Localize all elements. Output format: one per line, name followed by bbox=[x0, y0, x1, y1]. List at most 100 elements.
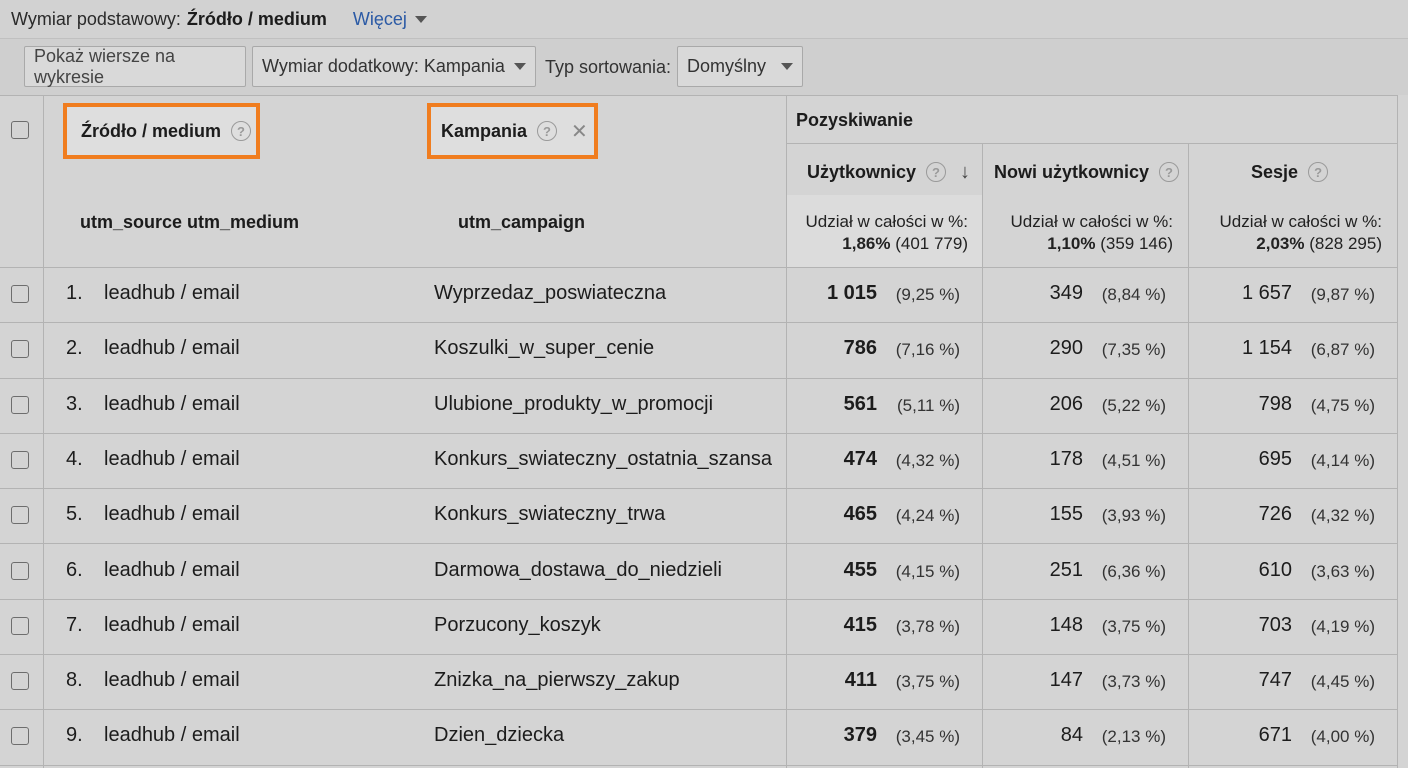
cell-idx: 3. bbox=[66, 392, 83, 415]
cell-idx: 7. bbox=[66, 613, 83, 636]
row-checkbox[interactable] bbox=[11, 506, 29, 525]
cell-source[interactable]: leadhub / email bbox=[104, 503, 240, 526]
cell-idx: 6. bbox=[66, 558, 83, 581]
row-checkbox[interactable] bbox=[11, 450, 29, 469]
chevron-down-icon bbox=[781, 63, 793, 70]
cell-campaign[interactable]: Dzien_dziecka bbox=[434, 724, 564, 747]
sessions-total-pct: 2,03% bbox=[1256, 234, 1305, 253]
cell-campaign[interactable]: Konkurs_swiateczny_trwa bbox=[434, 503, 665, 526]
cell-users-pct: (7,16 %) bbox=[895, 340, 960, 360]
row-checkbox[interactable] bbox=[11, 727, 29, 746]
help-icon[interactable]: ? bbox=[231, 121, 252, 141]
cell-source[interactable]: leadhub / email bbox=[104, 337, 240, 360]
cell-new-users-pct: (3,73 %) bbox=[1101, 672, 1166, 692]
users-header-label: Użytkownicy bbox=[807, 161, 917, 182]
cell-new-users-pct: (6,36 %) bbox=[1101, 561, 1166, 581]
cell-campaign[interactable]: Konkurs_swiateczny_ostatnia_szansa bbox=[434, 448, 772, 471]
cell-new-users-pct: (2,13 %) bbox=[1101, 727, 1166, 747]
cell-users-pct: (3,78 %) bbox=[895, 616, 960, 636]
row-checkbox[interactable] bbox=[11, 561, 29, 580]
column-header-campaign[interactable]: Kampania ? ✕ bbox=[427, 103, 598, 159]
chevron-down-icon bbox=[414, 15, 427, 23]
report-toolbar: Pokaż wiersze na wykresie Wymiar dodatko… bbox=[0, 38, 1408, 95]
cell-new-users: 349 bbox=[1049, 282, 1083, 304]
divider bbox=[787, 143, 1398, 144]
cell-users-pct: (3,75 %) bbox=[895, 672, 960, 692]
cell-users-pct: (3,45 %) bbox=[895, 727, 960, 747]
help-icon[interactable]: ? bbox=[1308, 162, 1329, 182]
sort-type-dropdown[interactable]: Domyślny bbox=[677, 46, 803, 87]
cell-sessions: 1 154 bbox=[1241, 337, 1292, 360]
cell-campaign[interactable]: Znizka_na_pierwszy_zakup bbox=[434, 669, 680, 692]
table-row[interactable]: 3. leadhub / email Ulubione_produkty_w_pro… bbox=[0, 379, 1398, 434]
sessions-total-value: (828 295) bbox=[1309, 234, 1382, 253]
source-medium-header-label: Źródło / medium bbox=[81, 120, 222, 141]
table-row[interactable]: 9. leadhub / email Dzien_dziecka 379 (3,45 %… bbox=[0, 710, 1398, 766]
row-checkbox[interactable] bbox=[11, 395, 29, 414]
cell-sessions: 726 bbox=[1258, 503, 1292, 526]
primary-dimension-value[interactable]: Źródło / medium bbox=[187, 9, 327, 30]
cell-source[interactable]: leadhub / email bbox=[104, 448, 240, 471]
sort-type-value: Domyślny bbox=[687, 56, 767, 76]
sessions-header-label: Sesje bbox=[1251, 161, 1299, 182]
help-icon[interactable]: ? bbox=[926, 162, 947, 182]
cell-sessions-pct: (4,19 %) bbox=[1310, 616, 1375, 636]
users-total-value: (401 779) bbox=[895, 234, 968, 253]
cell-campaign[interactable]: Darmowa_dostawa_do_niedzieli bbox=[434, 559, 722, 582]
cell-campaign[interactable]: Ulubione_produkty_w_promocji bbox=[434, 393, 713, 416]
new-users-total: Udział w całości w %: 1,10% (359 146) bbox=[985, 211, 1174, 255]
cell-sessions: 695 bbox=[1258, 447, 1292, 470]
cell-source[interactable]: leadhub / email bbox=[104, 669, 240, 692]
table-row[interactable]: 6. leadhub / email Darmowa_dostawa_do_nied… bbox=[0, 545, 1398, 600]
cell-new-users: 251 bbox=[1049, 558, 1083, 581]
cell-source[interactable]: leadhub / email bbox=[104, 559, 240, 582]
cell-campaign[interactable]: Porzucony_koszyk bbox=[434, 614, 601, 637]
column-header-sessions[interactable]: Sesje ? bbox=[1251, 157, 1329, 187]
close-icon[interactable]: ✕ bbox=[571, 119, 588, 144]
analytics-report: Wymiar podstawowy: Źródło / medium Więce… bbox=[0, 0, 1408, 768]
cell-idx: 4. bbox=[66, 447, 83, 470]
sort-descending-icon[interactable]: ↓ bbox=[960, 161, 970, 184]
cell-idx: 8. bbox=[66, 669, 83, 692]
secondary-dimension-dropdown[interactable]: Wymiar dodatkowy: Kampania bbox=[252, 46, 536, 87]
column-header-new-users[interactable]: Nowi użytkownicy ? bbox=[994, 157, 1180, 187]
table-row[interactable]: 2. leadhub / email Koszulki_w_super_cenie 7… bbox=[0, 323, 1398, 379]
users-total-pct: 1,86% bbox=[842, 234, 891, 253]
table-row[interactable]: 5. leadhub / email Konkurs_swiateczny_trwa… bbox=[0, 489, 1398, 545]
divider bbox=[0, 95, 1398, 96]
cell-users: 415 bbox=[843, 613, 877, 636]
plot-rows-button[interactable]: Pokaż wiersze na wykresie bbox=[24, 46, 246, 87]
more-dimensions-link[interactable]: Więcej bbox=[353, 9, 427, 30]
row-checkbox[interactable] bbox=[11, 672, 29, 691]
table-row[interactable]: 4. leadhub / email Konkurs_swiateczny_osta… bbox=[0, 434, 1398, 490]
data-table: Źródło / medium ? Kampania ? ✕ Pozyskiwa… bbox=[0, 95, 1408, 768]
row-checkbox[interactable] bbox=[11, 285, 29, 303]
help-icon[interactable]: ? bbox=[537, 121, 558, 141]
cell-campaign[interactable]: Wyprzedaz_poswiateczna bbox=[434, 282, 666, 305]
select-all-checkbox[interactable] bbox=[11, 121, 29, 139]
cell-sessions-pct: (4,14 %) bbox=[1310, 450, 1375, 470]
new-users-total-pct: 1,10% bbox=[1047, 234, 1096, 253]
campaign-subheader: utm_campaign bbox=[458, 211, 586, 232]
cell-source[interactable]: leadhub / email bbox=[104, 393, 240, 416]
table-row[interactable]: 8. leadhub / email Znizka_na_pierwszy_zaku… bbox=[0, 655, 1398, 711]
new-users-total-label: Udział w całości w %: bbox=[1010, 212, 1174, 231]
new-users-total-value: (359 146) bbox=[1100, 234, 1173, 253]
cell-source[interactable]: leadhub / email bbox=[104, 724, 240, 747]
sessions-total: Udział w całości w %: 2,03% (828 295) bbox=[1192, 211, 1383, 255]
cell-new-users-pct: (8,84 %) bbox=[1101, 285, 1166, 304]
cell-sessions-pct: (6,87 %) bbox=[1310, 340, 1375, 360]
table-row[interactable]: 1. leadhub / email Wyprzedaz_poswiateczna 1… bbox=[0, 268, 1398, 324]
cell-new-users: 84 bbox=[1060, 724, 1083, 747]
cell-campaign[interactable]: Koszulki_w_super_cenie bbox=[434, 337, 654, 360]
cell-source[interactable]: leadhub / email bbox=[104, 614, 240, 637]
row-checkbox[interactable] bbox=[11, 616, 29, 635]
column-header-users[interactable]: Użytkownicy ? ↓ bbox=[807, 157, 970, 187]
cell-source[interactable]: leadhub / email bbox=[104, 282, 240, 305]
table-row[interactable]: 7. leadhub / email Porzucony_koszyk 415 (3,7… bbox=[0, 600, 1398, 656]
primary-dimension-label: Wymiar podstawowy: bbox=[11, 8, 181, 29]
more-dimensions-label: Więcej bbox=[352, 8, 407, 29]
column-header-source-medium[interactable]: Źródło / medium ? bbox=[63, 103, 260, 159]
help-icon[interactable]: ? bbox=[1159, 162, 1180, 182]
row-checkbox[interactable] bbox=[11, 340, 29, 359]
